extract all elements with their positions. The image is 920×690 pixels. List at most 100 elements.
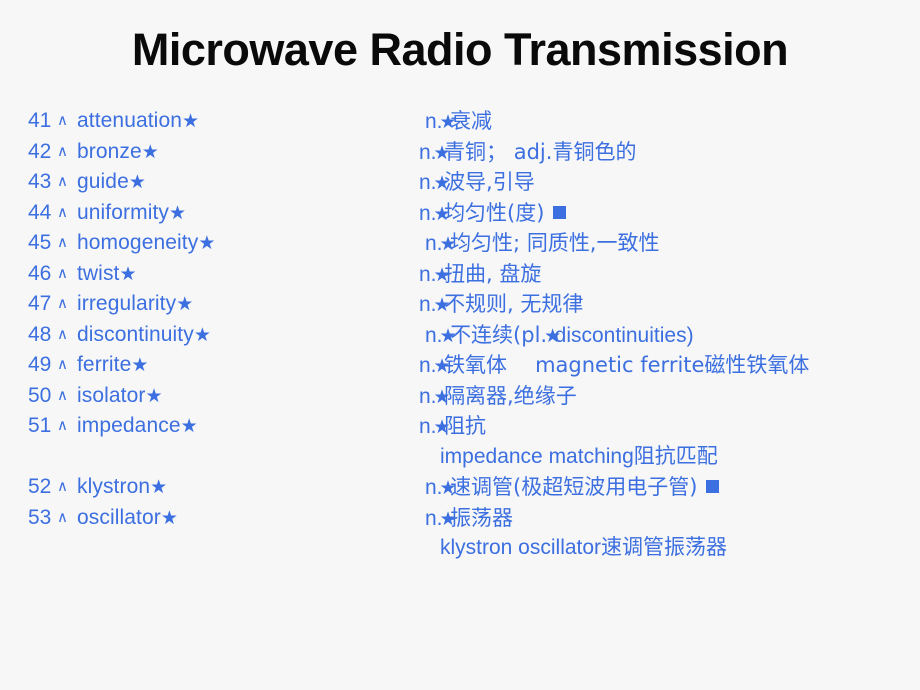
square-marker-icon [553,205,567,219]
definition-text: 均匀性(度) [444,200,545,225]
definition-text: 衰减 [450,109,493,133]
definition-text: 铁氧体 [444,353,508,377]
star-icon: ★ [433,173,451,194]
definition-cell: n.★扭曲, 盘旋 [419,259,541,292]
square-marker-icon [706,480,720,493]
definition-text: 扭曲, 盘旋 [444,261,542,286]
definition-cell: n.★衰减 [425,106,492,139]
definition-text: 阻抗 [444,414,487,438]
term-number: 48 [28,322,52,346]
term-word: homogeneity [76,231,199,254]
definition-cell: n.★阻抗 [419,411,486,444]
caret-up-icon: ∧ [57,112,68,129]
star-icon: ★ [544,325,561,347]
star-icon: ★ [439,112,457,133]
definition-cell: n.★均匀性; 同质性,一致性 [425,228,660,261]
vocab-row: 41 ∧ attenuation★ n.★衰减 [0,106,920,137]
term-word: klystron [76,475,151,498]
definition-cell: n.★隔离器,绝缘子 [419,381,577,414]
vocab-row: klystron oscillator速调管振荡器 [0,533,920,564]
vocab-row: 48 ∧ discontinuity ★ n.★不连续(pl.★discontinuit… [0,320,920,351]
term-number: 43 [28,170,52,193]
definition-cell: n.★不规则, 无规律 [419,289,583,322]
term-number: 47 [28,292,52,315]
phrase-line: klystron oscillator速调管振荡器 [440,536,728,559]
definition-cell: n.★振荡器 [425,503,513,536]
star-icon: ★ [169,202,186,224]
term-word: impedance [76,414,181,437]
term-word: uniformity [76,200,170,224]
vocab-row: 42 ∧ bronze★ n.★青铜； adj.青铜色的 [0,137,920,168]
star-icon: ★ [150,477,167,498]
term-cell: 44 ∧ uniformity★ [28,198,186,231]
vocab-row: 45 ∧ homogeneity★ n.★均匀性; 同质性,一致性 [0,228,920,259]
star-icon: ★ [433,203,451,225]
caret-up-icon: ∧ [57,356,68,373]
star-icon: ★ [439,234,457,255]
star-icon: ★ [439,325,457,347]
star-icon: ★ [180,416,198,437]
vocab-row: 47 ∧ irregularity ★ n.★不规则, 无规律 [0,289,920,320]
term-word: attenuation [76,109,183,132]
term-word: oscillator [76,505,161,529]
vocab-row: 52 ∧ klystron★ n.★速调管(极超短波用电子管) [0,472,920,503]
term-number: 44 [28,200,52,224]
definition-text: 不规则, 无规律 [444,292,584,316]
term-number: 49 [28,353,52,376]
term-word: discontinuity [76,322,194,346]
definition-text: 隔离器,绝缘子 [444,383,577,408]
caret-up-icon: ∧ [57,325,68,343]
term-word: ferrite [76,353,132,376]
term-number: 50 [28,383,52,407]
slide-canvas: Microwave Radio Transmission 41 ∧ attenuat… [0,0,920,690]
caret-up-icon: ∧ [57,264,68,282]
star-icon: ★ [433,295,451,316]
term-number: 45 [28,231,52,254]
term-word: isolator [76,383,146,407]
term-cell: 52 ∧ klystron★ [28,472,167,505]
caret-up-icon: ∧ [57,508,68,526]
star-icon: ★ [439,478,457,499]
vocab-row: 53 ∧ oscillator★ n.★振荡器 [0,503,920,534]
star-icon: ★ [145,385,162,407]
term-number: 52 [28,475,52,498]
vocab-row: 50 ∧ isolator★ n.★隔离器,绝缘子 [0,381,920,412]
term-cell: 51 ∧ impedance★ [28,411,198,444]
definition-cell: n.★均匀性(度) [419,198,567,231]
vocab-row: 44 ∧ uniformity★ n.★均匀性(度) [0,198,920,229]
vocab-row: 51 ∧ impedance★ n.★阻抗 [0,411,920,442]
term-number: 46 [28,261,52,285]
definition-cell: n.★波导,引导 [419,167,535,200]
vocab-row: 49 ∧ ferrite★ n.★铁氧体 magnetic ferrite磁性铁氧体 [0,350,920,381]
term-cell: 49 ∧ ferrite★ [28,350,148,383]
caret-up-icon: ∧ [57,142,68,160]
term-cell: 48 ∧ discontinuity★ [28,320,211,353]
term-cell: 50 ∧ isolator★ [28,381,163,414]
star-icon: ★ [119,263,136,285]
caret-up-icon: ∧ [57,234,68,251]
caret-up-icon: ∧ [57,173,68,190]
vocab-row: 43 ∧ guide ★ n.★波导,引导 [0,167,920,198]
phrase-line: impedance matching阻抗匹配 [440,444,718,468]
vocab-row: impedance matching阻抗匹配 [0,442,920,473]
definition-cell: n.★青铜； adj.青铜色的 [419,137,636,170]
star-icon: ★ [182,111,199,132]
definition-text: 不连续(pl. [450,322,548,347]
term-cell: 46 ∧ twist★ [28,259,137,292]
definition-cell: n.★不连续(pl.★discontinuities) [425,320,694,353]
star-icon: ★ [160,507,178,529]
term-cell: 41 ∧ attenuation★ [28,106,199,139]
term-word: irregularity [76,292,177,315]
vocab-row: 46 ∧ twist★ n.★扭曲, 盘旋 [0,259,920,290]
term-number: 53 [28,505,52,529]
term-cell: 43 ∧ guide★ [28,167,146,200]
term-cell: 47 ∧ irregularity★ [28,289,193,322]
definition-text: 波导,引导 [444,170,535,194]
star-icon: ★ [141,141,159,163]
star-icon: ★ [198,233,215,254]
caret-up-icon: ∧ [57,295,68,312]
star-icon: ★ [131,355,148,376]
term-word: bronze [76,139,142,163]
term-cell: 45 ∧ homogeneity★ [28,228,215,261]
term-word: guide [76,170,129,193]
